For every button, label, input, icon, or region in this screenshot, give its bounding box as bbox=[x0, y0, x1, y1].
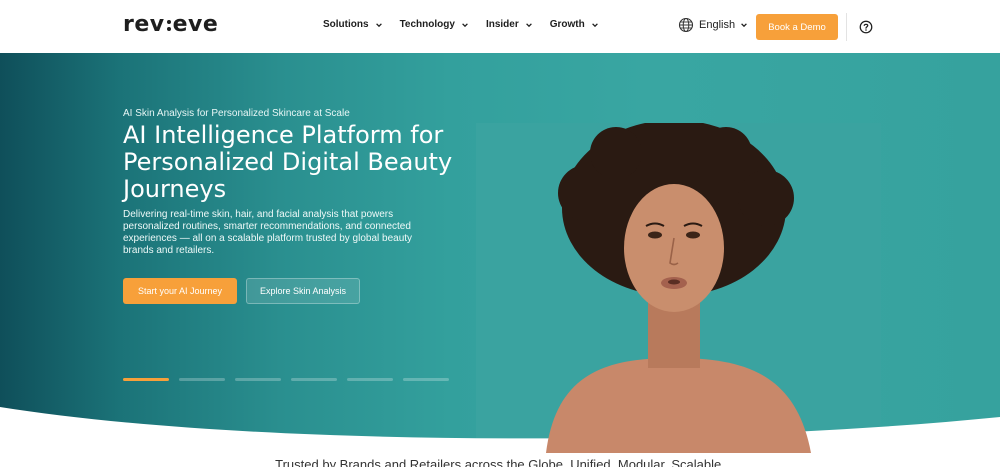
start-ai-journey-button[interactable]: Start your AI Journey bbox=[123, 278, 237, 304]
nav-item-label: Insider bbox=[485, 19, 519, 30]
slide-progress-segment[interactable] bbox=[403, 378, 449, 381]
chevron-down-icon bbox=[591, 22, 598, 27]
help-circle-icon[interactable] bbox=[859, 20, 873, 34]
main-menu: Solutions Technology Insider Growth bbox=[323, 19, 599, 30]
chevron-down-icon bbox=[462, 22, 468, 27]
chevron-down-icon bbox=[741, 23, 747, 28]
explore-skin-analysis-button[interactable]: Explore Skin Analysis bbox=[246, 278, 360, 304]
slide-progress-segment[interactable] bbox=[235, 378, 281, 381]
nav-item-label: Solutions bbox=[323, 19, 369, 30]
language-selector[interactable]: English bbox=[678, 17, 748, 33]
slide-progress-segment[interactable] bbox=[291, 378, 337, 381]
hero-headline: AI Intelligence Platform for Personalize… bbox=[123, 121, 453, 203]
logo-colon-mark bbox=[166, 15, 172, 35]
nav-item-growth[interactable]: Growth bbox=[550, 19, 599, 30]
hero-eyebrow: AI Skin Analysis for Personalized Skinca… bbox=[123, 108, 350, 119]
globe-icon bbox=[678, 17, 694, 33]
language-label: English bbox=[699, 19, 736, 31]
slide-progress-segment[interactable] bbox=[123, 378, 169, 381]
nav-item-technology[interactable]: Technology bbox=[400, 19, 469, 30]
hero-subtext: Delivering real-time skin, hair, and fac… bbox=[123, 209, 413, 256]
chevron-down-icon bbox=[375, 22, 382, 27]
model-portrait-image bbox=[546, 123, 811, 453]
chevron-down-icon bbox=[525, 22, 532, 27]
nav-divider bbox=[846, 13, 847, 41]
slide-progress-segment[interactable] bbox=[179, 378, 225, 381]
slide-progress-indicator bbox=[123, 378, 449, 381]
nav-item-solutions[interactable]: Solutions bbox=[323, 19, 383, 30]
slide-progress-segment[interactable] bbox=[347, 378, 393, 381]
nav-item-insider[interactable]: Insider bbox=[486, 19, 533, 30]
trusted-by-tagline: Trusted by Brands and Retailers across t… bbox=[275, 457, 725, 467]
nav-item-label: Growth bbox=[549, 19, 585, 30]
book-demo-button[interactable]: Book a Demo bbox=[756, 14, 838, 40]
nav-item-label: Technology bbox=[399, 19, 455, 30]
logo-text-left: rev bbox=[123, 12, 165, 37]
top-navigation: rev eve Solutions Technology Insider Grow… bbox=[0, 0, 1000, 53]
logo-text-right: eve bbox=[172, 12, 219, 37]
brand-logo[interactable]: rev eve bbox=[123, 12, 218, 37]
